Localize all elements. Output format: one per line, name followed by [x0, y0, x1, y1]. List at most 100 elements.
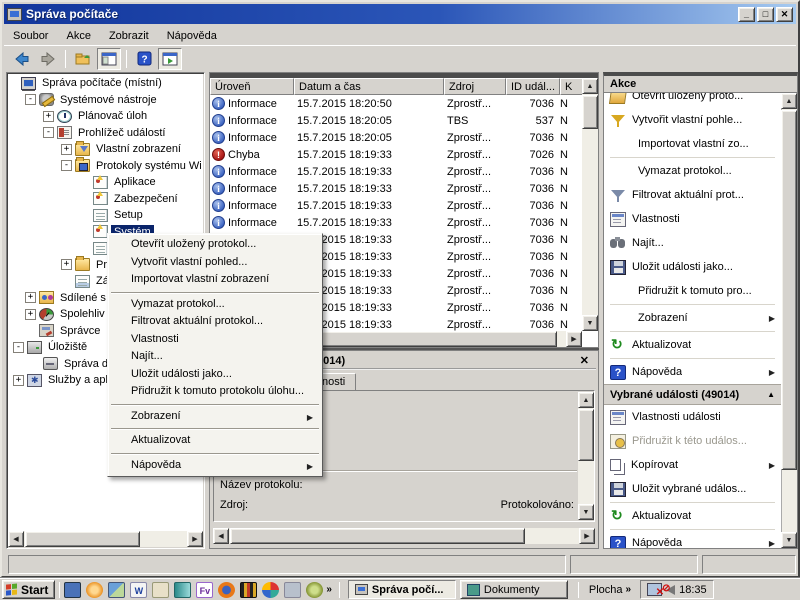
collapse-box-icon[interactable]: - — [43, 127, 54, 138]
action-help-submenu[interactable]: Nápověda — [604, 360, 781, 384]
menu-item-refresh[interactable]: Aktualizovat — [109, 432, 321, 450]
column-header-id[interactable]: ID udál... — [506, 78, 560, 95]
action-save-selected-events[interactable]: Uložit vybrané událos... — [604, 477, 781, 501]
agenda-icon[interactable] — [86, 582, 103, 598]
preview-horizontal-scrollbar[interactable] — [213, 528, 595, 544]
media-player-icon[interactable] — [240, 582, 257, 598]
mail-icon[interactable] — [152, 582, 169, 598]
menu-item-filter-current-log[interactable]: Filtrovat aktuální protokol... — [109, 313, 321, 331]
expand-box-icon[interactable]: + — [25, 292, 36, 303]
task-button-dokumenty[interactable]: Dokumenty — [460, 580, 568, 599]
open-folder-button[interactable] — [71, 48, 95, 70]
start-button[interactable]: Start — [2, 580, 55, 599]
scroll-right-button[interactable] — [187, 531, 203, 547]
menu-item-find[interactable]: Najít... — [109, 348, 321, 366]
updater-icon[interactable] — [284, 582, 301, 598]
menu-napoveda[interactable]: Nápověda — [158, 28, 226, 44]
scroll-thumb[interactable] — [230, 528, 525, 544]
close-button[interactable]: ✕ — [776, 7, 793, 22]
scroll-right-button[interactable] — [566, 331, 582, 347]
scroll-up-button[interactable] — [781, 93, 797, 109]
scroll-left-button[interactable] — [213, 528, 229, 544]
event-row[interactable]: iInformace15.7.2015 18:20:05Zprostř...70… — [210, 129, 582, 146]
network-disconnected-icon[interactable] — [647, 583, 662, 596]
menu-item-clear-log[interactable]: Vymazat protokol... — [109, 296, 321, 314]
quicklaunch-overflow-chevron[interactable]: » — [323, 584, 335, 595]
action-event-properties[interactable]: Vlastnosti události — [604, 405, 781, 429]
event-row[interactable]: iInformace15.7.2015 18:20:50Zprostř...70… — [210, 95, 582, 112]
freevideo-icon[interactable]: Fv — [196, 582, 213, 598]
event-row[interactable]: iInformace15.7.2015 18:19:33Zprostř...70… — [210, 163, 582, 180]
book-icon[interactable] — [174, 582, 191, 598]
event-row[interactable]: iInformace15.7.2015 18:19:33Zprostř...70… — [210, 197, 582, 214]
event-list-vertical-scrollbar[interactable] — [582, 78, 598, 331]
actions-vertical-scrollbar[interactable] — [781, 93, 797, 548]
help-button[interactable]: ? — [132, 48, 156, 70]
scroll-thumb[interactable] — [781, 110, 797, 470]
action-open-saved-log[interactable]: Otevřít uložený proto... — [604, 93, 781, 108]
minimize-button[interactable]: _ — [738, 7, 755, 22]
expand-box-icon[interactable]: + — [61, 144, 72, 155]
menu-akce[interactable]: Akce — [57, 28, 99, 44]
action-help-selected-submenu[interactable]: Nápověda — [604, 531, 781, 548]
action-create-custom-view[interactable]: Vytvořit vlastní pohle... — [604, 108, 781, 132]
scroll-thumb[interactable] — [578, 409, 594, 461]
forward-button[interactable] — [36, 48, 60, 70]
action-attach-task-to-log[interactable]: Přidružit k tomuto pro... — [604, 279, 781, 303]
scroll-down-button[interactable] — [578, 504, 594, 520]
menu-item-attach-task[interactable]: Přidružit k tomuto protokolu úlohu... — [109, 383, 321, 401]
scroll-thumb[interactable] — [582, 95, 598, 129]
desktop-toolbar-chevron[interactable]: » — [623, 584, 635, 595]
tree-item-sprava-pocitace[interactable]: Správa počítače (místní) — [9, 75, 202, 92]
tree-item-aplikace[interactable]: Aplikace — [9, 174, 202, 191]
back-button[interactable] — [10, 48, 34, 70]
menu-item-save-events-as[interactable]: Uložit události jako... — [109, 366, 321, 384]
action-find[interactable]: Najít... — [604, 231, 781, 255]
menu-item-create-custom-view[interactable]: Vytvořit vlastní pohled... — [109, 254, 321, 272]
scroll-right-button[interactable] — [579, 528, 595, 544]
collapse-box-icon[interactable]: - — [25, 94, 36, 105]
scroll-thumb[interactable] — [25, 531, 140, 547]
expand-box-icon[interactable]: + — [13, 375, 24, 386]
green-app-icon[interactable] — [306, 582, 323, 598]
scroll-left-button[interactable] — [8, 531, 24, 547]
expand-box-icon[interactable]: + — [61, 259, 72, 270]
tree-horizontal-scrollbar[interactable] — [8, 531, 203, 547]
image-viewer-icon[interactable] — [108, 582, 125, 598]
menu-item-properties[interactable]: Vlastnosti — [109, 331, 321, 349]
action-clear-log[interactable]: Vymazat protokol... — [604, 159, 781, 183]
selected-events-section-header[interactable]: Vybrané události (49014)▲ — [604, 384, 781, 405]
task-button-sprava-pocitace[interactable]: Správa počí... — [348, 580, 456, 599]
event-row[interactable]: iInformace15.7.2015 18:20:05TBS537N — [210, 112, 582, 129]
event-row[interactable]: iInformace15.7.2015 18:19:33Zprostř...70… — [210, 180, 582, 197]
collapse-box-icon[interactable]: - — [61, 160, 72, 171]
scroll-down-button[interactable] — [781, 532, 797, 548]
volume-muted-icon[interactable] — [666, 585, 675, 595]
tree-item-vlastni-zobrazeni[interactable]: +Vlastní zobrazení — [9, 141, 202, 158]
column-header-kategorie[interactable]: K — [560, 78, 584, 95]
action-view-submenu[interactable]: Zobrazení — [604, 306, 781, 330]
tree-item-systemove-nastroje[interactable]: -Systémové nástroje — [9, 92, 202, 109]
display-icon[interactable] — [64, 582, 81, 598]
desktop-toolbar-label[interactable]: Plocha — [589, 584, 623, 596]
menu-item-help-submenu[interactable]: Nápověda — [109, 457, 321, 475]
action-refresh[interactable]: Aktualizovat — [604, 333, 781, 357]
tree-item-zabezpeceni[interactable]: Zabezpečení — [9, 191, 202, 208]
preview-vertical-scrollbar[interactable] — [578, 392, 594, 520]
action-save-events-as[interactable]: Uložit události jako... — [604, 255, 781, 279]
tree-item-planovac-uloh[interactable]: +Plánovač úloh — [9, 108, 202, 125]
menu-item-view-submenu[interactable]: Zobrazení — [109, 408, 321, 426]
menu-zobrazit[interactable]: Zobrazit — [100, 28, 158, 44]
event-row[interactable]: !Chyba15.7.2015 18:19:33Zprostř...7026N — [210, 146, 582, 163]
collapse-box-icon[interactable]: - — [13, 342, 24, 353]
scroll-down-button[interactable] — [582, 315, 598, 331]
maximize-button[interactable]: □ — [757, 7, 774, 22]
menu-item-import-custom-view[interactable]: Importovat vlastní zobrazení — [109, 271, 321, 289]
tree-item-protokoly-systemu[interactable]: -Protokoly systému Wir — [9, 158, 202, 175]
event-row[interactable]: iInformace15.7.2015 18:19:33Zprostř...70… — [210, 214, 582, 231]
action-filter-current-log[interactable]: Filtrovat aktuální prot... — [604, 183, 781, 207]
firefox-icon[interactable] — [218, 582, 235, 598]
tree-item-setup[interactable]: Setup — [9, 207, 202, 224]
word-icon[interactable]: W — [130, 582, 147, 598]
photo-app-icon[interactable] — [262, 582, 279, 598]
